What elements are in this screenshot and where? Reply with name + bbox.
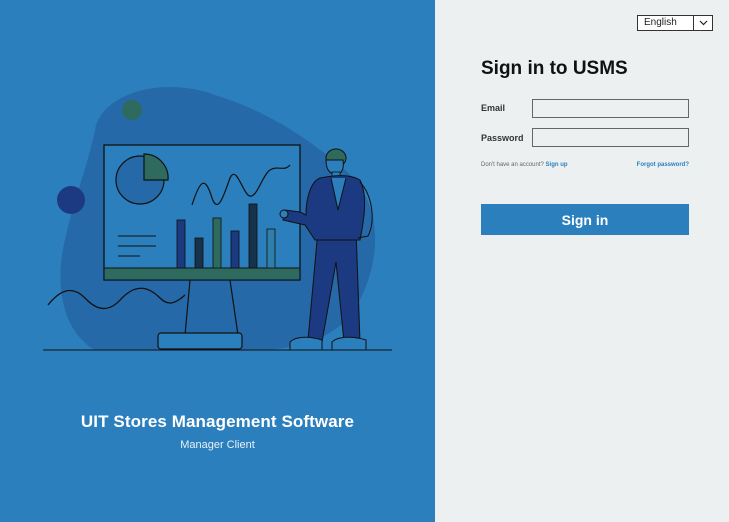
password-label: Password bbox=[481, 133, 524, 143]
no-account-hint: Don't have an account? Sign up bbox=[481, 162, 568, 168]
email-label: Email bbox=[481, 103, 506, 113]
board-base bbox=[157, 332, 243, 350]
bar bbox=[266, 228, 276, 269]
chevron-down-icon[interactable] bbox=[693, 16, 712, 30]
bar bbox=[212, 217, 222, 269]
signup-link[interactable]: Sign up bbox=[546, 162, 568, 168]
password-field[interactable] bbox=[532, 128, 689, 147]
signin-button[interactable]: Sign in bbox=[481, 204, 689, 235]
language-selected: English bbox=[644, 17, 677, 28]
no-account-text: Don't have an account? bbox=[481, 162, 544, 168]
forgot-password-link[interactable]: Forgot password? bbox=[637, 162, 689, 168]
bar bbox=[248, 203, 258, 269]
navy-dot bbox=[57, 186, 85, 214]
app-subtitle: Manager Client bbox=[180, 439, 255, 451]
green-dot bbox=[122, 100, 142, 120]
language-select[interactable]: English bbox=[637, 15, 713, 31]
bar bbox=[230, 230, 240, 269]
board-bottom-strip bbox=[105, 268, 299, 279]
presentation-illustration bbox=[43, 87, 392, 351]
bar bbox=[194, 237, 204, 269]
bar bbox=[176, 219, 186, 269]
app-title: UIT Stores Management Software bbox=[80, 412, 355, 431]
signin-panel: English Sign in to USMS Email Password D… bbox=[435, 0, 729, 522]
email-field[interactable] bbox=[532, 99, 689, 118]
branding-panel: UIT Stores Management Software Manager C… bbox=[0, 0, 435, 522]
page-title: Sign in to USMS bbox=[481, 58, 628, 79]
